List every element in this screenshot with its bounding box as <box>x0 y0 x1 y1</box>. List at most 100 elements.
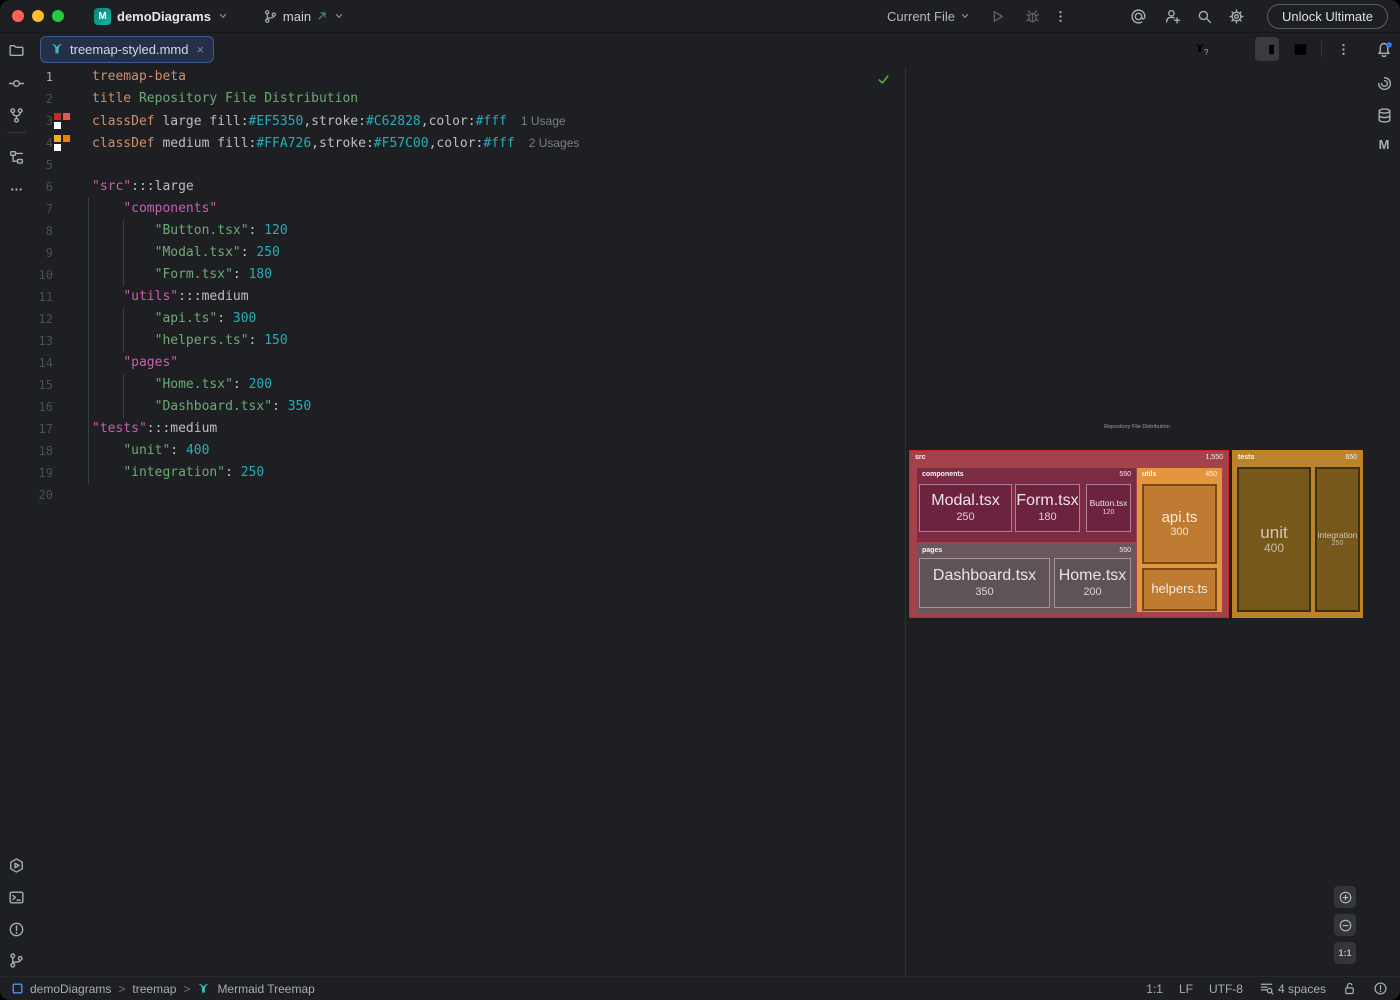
code-line[interactable]: "utils":::medium <box>92 286 249 308</box>
code-line[interactable]: "tests":::medium <box>92 418 217 440</box>
line-number[interactable]: 4 <box>33 132 53 154</box>
code-line[interactable]: "unit": 400 <box>92 440 209 462</box>
vcs-fork-icon[interactable] <box>7 105 27 125</box>
problems-icon[interactable] <box>7 919 27 939</box>
terminal-icon[interactable] <box>7 887 27 907</box>
image-view-icon[interactable] <box>1288 37 1312 61</box>
code-line[interactable]: classDef medium fill:#FFA726,stroke:#F57… <box>92 132 579 154</box>
indent-widget[interactable]: 4 spaces <box>1259 981 1326 996</box>
kebab-menu-icon[interactable] <box>1053 9 1068 24</box>
line-number[interactable]: 14 <box>33 352 53 374</box>
search-icon[interactable] <box>1196 8 1213 25</box>
ai-chat-icon[interactable] <box>1130 8 1147 25</box>
line-number[interactable]: 7 <box>33 198 53 220</box>
line-number[interactable]: 1 <box>33 66 53 88</box>
code-editor[interactable]: 1234567891011121314151617181920 treemap-… <box>33 66 905 976</box>
code-token: ,color: <box>429 136 484 151</box>
ai-assistant-icon[interactable] <box>1374 73 1394 93</box>
code-line[interactable]: "Home.tsx": 200 <box>92 374 272 396</box>
more-icon[interactable] <box>7 179 27 199</box>
breadcrumb-item[interactable]: demoDiagrams <box>30 982 111 996</box>
structure-icon[interactable] <box>7 147 27 167</box>
split-view-icon[interactable] <box>1255 37 1279 61</box>
code-line[interactable]: "pages" <box>92 352 178 374</box>
notifications-bell-icon[interactable] <box>1374 40 1394 60</box>
line-ending[interactable]: LF <box>1179 982 1193 996</box>
line-number[interactable]: 2 <box>33 88 53 110</box>
unlock-icon[interactable] <box>1342 981 1357 996</box>
line-number[interactable]: 9 <box>33 242 53 264</box>
code-line[interactable]: title Repository File Distribution <box>92 88 358 110</box>
database-icon[interactable] <box>1374 105 1394 125</box>
section-total: 1,550 <box>1205 454 1223 461</box>
line-number[interactable]: 15 <box>33 374 53 396</box>
code-line[interactable]: "Form.tsx": 180 <box>92 264 272 286</box>
zoom-in-button[interactable] <box>1334 886 1356 908</box>
code-line[interactable]: "helpers.ts": 150 <box>92 330 288 352</box>
line-number[interactable]: 12 <box>33 308 53 330</box>
code-line[interactable]: "Button.tsx": 120 <box>92 220 288 242</box>
zoom-out-button[interactable] <box>1334 914 1356 936</box>
line-number[interactable]: 17 <box>33 418 53 440</box>
code-token: "api.ts" <box>155 311 218 326</box>
problem-status-icon[interactable] <box>1373 981 1388 996</box>
breadcrumb-item[interactable]: treemap <box>132 982 176 996</box>
file-encoding[interactable]: UTF-8 <box>1209 982 1243 996</box>
code-line[interactable]: "Dashboard.tsx": 350 <box>92 396 311 418</box>
status-bar: demoDiagrams > treemap > Mermaid Treemap… <box>0 976 1400 1000</box>
line-number[interactable]: 20 <box>33 484 53 506</box>
usages-hint[interactable]: 2 Usages <box>529 136 580 150</box>
settings-gear-icon[interactable] <box>1228 8 1245 25</box>
code-line[interactable]: treemap-beta <box>92 66 186 88</box>
code-line[interactable]: "components" <box>92 198 217 220</box>
line-number[interactable]: 3 <box>33 110 53 132</box>
folder-icon[interactable] <box>7 40 27 60</box>
run-icon[interactable] <box>989 8 1006 25</box>
kebab-menu-icon[interactable] <box>1331 37 1355 61</box>
code-line[interactable]: "integration": 250 <box>92 462 264 484</box>
line-number[interactable]: 13 <box>33 330 53 352</box>
unlock-ultimate-button[interactable]: Unlock Ultimate <box>1267 4 1388 29</box>
close-window-button[interactable] <box>12 10 24 22</box>
line-number[interactable]: 19 <box>33 462 53 484</box>
line-number[interactable]: 16 <box>33 396 53 418</box>
code-line[interactable]: "api.ts": 300 <box>92 308 256 330</box>
git-branch-icon[interactable] <box>7 950 27 970</box>
close-icon[interactable]: × <box>196 42 204 57</box>
line-number[interactable]: 6 <box>33 176 53 198</box>
indent-guide <box>88 198 89 484</box>
minimize-window-button[interactable] <box>32 10 44 22</box>
line-number[interactable]: 18 <box>33 440 53 462</box>
code-token: classDef <box>92 136 155 151</box>
project-widget[interactable]: M demoDiagrams <box>94 8 229 25</box>
code-line[interactable]: "src":::large <box>92 176 194 198</box>
commit-icon[interactable] <box>7 73 27 93</box>
zoom-window-button[interactable] <box>52 10 64 22</box>
line-number[interactable]: 8 <box>33 220 53 242</box>
gutter-color-chips[interactable] <box>54 113 70 129</box>
code-line[interactable]: classDef large fill:#EF5350,stroke:#C628… <box>92 110 566 132</box>
mermaid-config-icon[interactable]: ? <box>1189 37 1213 61</box>
zoom-reset-button[interactable]: 1:1 <box>1334 942 1356 964</box>
tab-treemap-styled[interactable]: treemap-styled.mmd × <box>40 36 214 63</box>
strip-divider <box>7 132 26 133</box>
list-view-icon[interactable] <box>1222 37 1246 61</box>
code-line[interactable]: "Modal.tsx": 250 <box>92 242 280 264</box>
debug-icon[interactable] <box>1024 8 1041 25</box>
services-icon[interactable] <box>7 855 27 875</box>
line-number[interactable]: 5 <box>33 154 53 176</box>
code-token <box>92 289 123 304</box>
chevron-down-icon <box>959 10 971 22</box>
markdown-tool-icon[interactable]: M <box>1374 137 1394 157</box>
cursor-position[interactable]: 1:1 <box>1146 982 1163 996</box>
inspections-check-icon[interactable] <box>875 71 891 87</box>
line-number[interactable]: 10 <box>33 264 53 286</box>
line-number[interactable]: 11 <box>33 286 53 308</box>
run-configuration-selector[interactable]: Current File <box>887 9 971 24</box>
breadcrumb-item[interactable]: Mermaid Treemap <box>217 982 314 996</box>
code-token: : <box>249 333 265 348</box>
usages-hint[interactable]: 1 Usage <box>521 114 566 128</box>
add-user-icon[interactable] <box>1164 8 1181 25</box>
gutter-color-chips[interactable] <box>54 135 70 151</box>
branch-widget[interactable]: main <box>263 9 345 24</box>
